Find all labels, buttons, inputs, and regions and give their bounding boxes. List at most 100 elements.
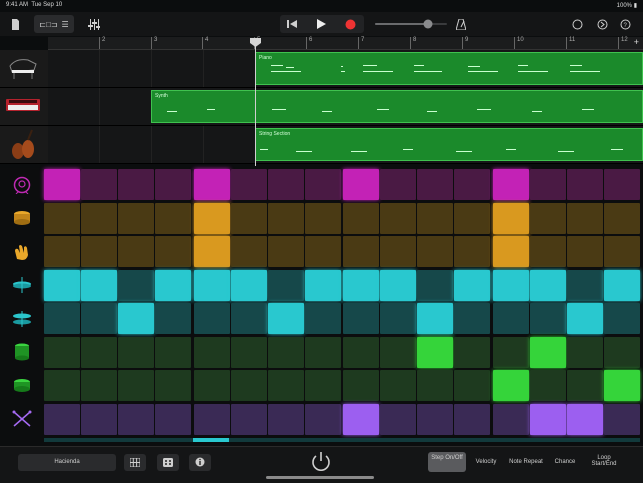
- step-cell-off[interactable]: [81, 336, 117, 368]
- step-cell-off[interactable]: [566, 236, 603, 267]
- step-cell-on[interactable]: [529, 336, 566, 368]
- step-cell-off[interactable]: [81, 202, 117, 234]
- step-cell-off[interactable]: [529, 370, 566, 401]
- step-cell-off[interactable]: [603, 169, 640, 200]
- dice-icon[interactable]: [157, 454, 179, 471]
- step-cell-off[interactable]: [81, 370, 117, 401]
- step-cell-off[interactable]: [267, 236, 304, 267]
- step-cell-off[interactable]: [44, 336, 80, 368]
- step-cell-on[interactable]: [343, 169, 379, 200]
- step-cell-off[interactable]: [230, 202, 267, 234]
- step-cell-off[interactable]: [81, 403, 117, 435]
- grid-icon[interactable]: [124, 454, 146, 471]
- step-cell-off[interactable]: [118, 202, 154, 234]
- step-cell-off[interactable]: [343, 236, 379, 267]
- step-cell-off[interactable]: [529, 303, 566, 334]
- step-cell-off[interactable]: [267, 169, 304, 200]
- step-cell-off[interactable]: [343, 370, 379, 401]
- step-cell-off[interactable]: [380, 202, 416, 234]
- step-cell-off[interactable]: [417, 269, 453, 301]
- record-button[interactable]: [342, 15, 358, 33]
- step-cell-on[interactable]: [492, 169, 529, 200]
- step-cell-off[interactable]: [155, 236, 191, 267]
- step-cell-off[interactable]: [603, 202, 640, 234]
- region-synth[interactable]: Synth: [151, 90, 643, 123]
- step-cell-on[interactable]: [193, 169, 230, 200]
- step-cell-off[interactable]: [193, 370, 230, 401]
- power-icon[interactable]: [309, 450, 333, 474]
- open-hihat-icon[interactable]: [0, 302, 43, 335]
- master-volume-slider[interactable]: [375, 15, 447, 33]
- sticks-icon[interactable]: [0, 403, 43, 436]
- step-cell-off[interactable]: [454, 202, 490, 234]
- track-lane-strings[interactable]: String Section: [48, 126, 643, 164]
- step-cell-off[interactable]: [566, 370, 603, 401]
- help-icon[interactable]: ?: [618, 15, 632, 33]
- step-cell-off[interactable]: [454, 303, 490, 334]
- step-cell-on[interactable]: [118, 303, 154, 334]
- step-cell-on[interactable]: [492, 236, 529, 267]
- step-cell-off[interactable]: [118, 336, 154, 368]
- track-header-piano[interactable]: [0, 50, 48, 88]
- step-cell-off[interactable]: [492, 336, 529, 368]
- step-cell-off[interactable]: [81, 169, 117, 200]
- step-cell-off[interactable]: [417, 370, 453, 401]
- step-cell-on[interactable]: [566, 303, 603, 334]
- step-cell-off[interactable]: [44, 403, 80, 435]
- rewind-button[interactable]: [284, 15, 300, 33]
- tracks-list-icon[interactable]: ☰: [62, 20, 69, 29]
- step-cell-off[interactable]: [566, 336, 603, 368]
- mode-chance-button[interactable]: Chance: [551, 459, 579, 465]
- track-lane-piano[interactable]: Piano: [48, 50, 643, 88]
- step-cell-off[interactable]: [566, 169, 603, 200]
- step-cell-off[interactable]: [118, 403, 154, 435]
- step-cell-on[interactable]: [380, 269, 416, 301]
- step-cell-off[interactable]: [155, 370, 191, 401]
- step-cell-off[interactable]: [343, 336, 379, 368]
- step-cell-on[interactable]: [492, 370, 529, 401]
- playhead-handle[interactable]: [250, 38, 261, 47]
- step-cell-off[interactable]: [155, 169, 191, 200]
- step-cell-off[interactable]: [380, 303, 416, 334]
- timeline-ruler[interactable]: 2 3 4 5 6 7 8 9 10 11 12 +: [48, 37, 643, 50]
- step-cell-off[interactable]: [529, 236, 566, 267]
- step-cell-off[interactable]: [603, 336, 640, 368]
- mode-note-repeat-button[interactable]: Note Repeat: [506, 459, 546, 465]
- step-cell-off[interactable]: [380, 336, 416, 368]
- step-cell-off[interactable]: [304, 202, 341, 234]
- step-cell-off[interactable]: [230, 370, 267, 401]
- step-cell-off[interactable]: [155, 403, 191, 435]
- step-cell-on[interactable]: [603, 370, 640, 401]
- step-cell-off[interactable]: [566, 202, 603, 234]
- step-cell-on[interactable]: [603, 269, 640, 301]
- step-cell-off[interactable]: [566, 269, 603, 301]
- step-cell-on[interactable]: [492, 202, 529, 234]
- step-cell-on[interactable]: [417, 303, 453, 334]
- step-cell-on[interactable]: [193, 269, 230, 301]
- step-cell-on[interactable]: [267, 303, 304, 334]
- step-cell-off[interactable]: [343, 202, 379, 234]
- low-tom-icon[interactable]: [0, 336, 43, 369]
- kick-icon[interactable]: [0, 168, 43, 201]
- step-cell-on[interactable]: [44, 169, 80, 200]
- track-header-synth[interactable]: [0, 88, 48, 126]
- mode-loop-button[interactable]: Loop Start/End: [588, 455, 620, 467]
- step-cell-off[interactable]: [118, 236, 154, 267]
- step-cell-off[interactable]: [193, 403, 230, 435]
- settings-icon[interactable]: [595, 15, 609, 33]
- step-cell-on[interactable]: [193, 438, 229, 442]
- playhead[interactable]: [255, 38, 256, 166]
- track-lane-synth[interactable]: Synth: [48, 88, 643, 126]
- step-cell-off[interactable]: [603, 303, 640, 334]
- step-cell-off[interactable]: [454, 169, 490, 200]
- step-cell-off[interactable]: [454, 236, 490, 267]
- step-cell-off[interactable]: [44, 202, 80, 234]
- step-cell-on[interactable]: [44, 269, 80, 301]
- track-view-icon[interactable]: ⊏□⊐: [39, 20, 57, 29]
- step-cell-off[interactable]: [380, 236, 416, 267]
- step-cell-off[interactable]: [81, 236, 117, 267]
- step-cell-off[interactable]: [304, 403, 341, 435]
- mixer-icon[interactable]: [86, 15, 102, 33]
- add-section-button[interactable]: +: [634, 37, 639, 47]
- step-cell-off[interactable]: [230, 236, 267, 267]
